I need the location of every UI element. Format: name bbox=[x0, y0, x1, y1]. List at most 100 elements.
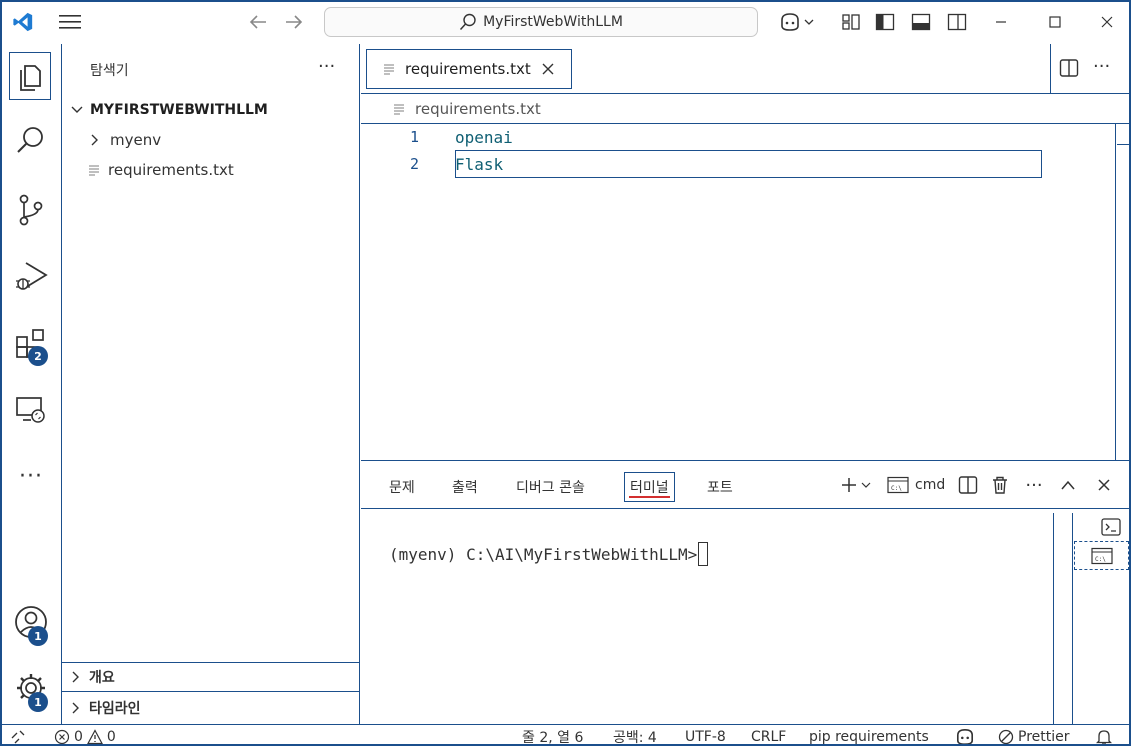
tab-bar-divider bbox=[1050, 44, 1051, 94]
new-terminal-icon[interactable] bbox=[837, 473, 873, 497]
terminal-output[interactable]: (myenv) C:\AI\MyFirstWebWithLLM> bbox=[389, 542, 709, 566]
chevron-down-icon bbox=[861, 482, 870, 488]
run-debug-icon[interactable] bbox=[11, 256, 51, 296]
tab-problems[interactable]: 문제 bbox=[389, 473, 415, 501]
notifications-bell-icon[interactable] bbox=[1096, 727, 1112, 744]
forward-arrow-icon[interactable] bbox=[283, 11, 305, 33]
search-text: MyFirstWebWithLLM bbox=[483, 14, 623, 30]
tree-item-myenv[interactable]: myenv bbox=[62, 126, 359, 154]
tab-terminal[interactable]: 터미널 bbox=[624, 472, 675, 502]
timeline-label: 타임라인 bbox=[89, 701, 141, 717]
tree-item-label: requirements.txt bbox=[108, 161, 234, 179]
editor-more-icon[interactable]: ··· bbox=[1093, 56, 1110, 77]
shell-label: cmd bbox=[915, 477, 946, 493]
terminal-scrollbar[interactable] bbox=[1053, 513, 1073, 725]
chevron-down-icon bbox=[71, 106, 83, 113]
file-lines-icon bbox=[394, 104, 404, 115]
sidebar-title: 탐색기 bbox=[90, 63, 129, 79]
active-tab-underline bbox=[629, 496, 670, 498]
indentation[interactable]: 공백: 4 bbox=[613, 727, 657, 744]
root-folder[interactable]: MYFIRSTWEBWITHLLM bbox=[62, 96, 359, 124]
cursor-position[interactable]: 줄 2, 열 6 bbox=[522, 727, 583, 744]
file-lines-icon bbox=[384, 64, 394, 75]
end-of-line[interactable]: CRLF bbox=[751, 727, 786, 744]
chevron-right-icon bbox=[72, 702, 79, 714]
chevron-right-icon bbox=[72, 671, 79, 683]
close-panel-icon[interactable] bbox=[1093, 473, 1115, 497]
toggle-primary-sidebar-icon[interactable] bbox=[874, 11, 896, 33]
encoding[interactable]: UTF-8 bbox=[685, 727, 726, 744]
terminal-list-item-cmd[interactable]: C:\ bbox=[1074, 541, 1129, 570]
close-tab-icon[interactable] bbox=[541, 62, 555, 76]
breadcrumb[interactable]: requirements.txt bbox=[361, 96, 1129, 122]
vscode-window: MyFirstWebWithLLM 2 ··· 1 1 탐색기 ··· MYFI… bbox=[0, 0, 1131, 746]
sidebar-more-icon[interactable]: ··· bbox=[318, 56, 335, 77]
tab-debug-console[interactable]: 디버그 콘솔 bbox=[516, 473, 585, 501]
terminal-list-item-shell[interactable] bbox=[1093, 513, 1129, 541]
line-text: Flask bbox=[455, 154, 504, 174]
outline-section[interactable]: 개요 bbox=[62, 662, 359, 692]
editor-area: requirements.txt ··· requirements.txt 1 … bbox=[361, 44, 1129, 460]
customize-layout-icon[interactable] bbox=[840, 11, 862, 33]
line-number: 2 bbox=[409, 155, 419, 173]
code-line[interactable]: 2 Flask bbox=[361, 151, 1129, 177]
root-folder-label: MYFIRSTWEBWITHLLM bbox=[90, 102, 268, 118]
status-bar: 0 0 줄 2, 열 6 공백: 4 UTF-8 CRLF pip requir… bbox=[2, 724, 1129, 745]
toggle-secondary-sidebar-icon[interactable] bbox=[946, 11, 968, 33]
copilot-status-icon[interactable] bbox=[954, 727, 976, 744]
split-terminal-icon[interactable] bbox=[957, 473, 979, 497]
editor-scrollbar[interactable] bbox=[1115, 124, 1116, 460]
minimap-slider[interactable] bbox=[1117, 144, 1129, 145]
panel-more-icon[interactable]: ··· bbox=[1023, 473, 1045, 497]
chevron-down-icon bbox=[804, 19, 814, 25]
tab-label: requirements.txt bbox=[405, 60, 531, 78]
tree-item-label: myenv bbox=[110, 131, 162, 149]
accounts-badge: 1 bbox=[28, 626, 48, 646]
maximize-icon[interactable] bbox=[1044, 11, 1066, 33]
tree-item-requirements[interactable]: requirements.txt bbox=[62, 156, 359, 184]
remote-explorer-icon[interactable] bbox=[11, 390, 51, 430]
outline-label: 개요 bbox=[89, 670, 115, 686]
toggle-panel-icon[interactable] bbox=[910, 11, 932, 33]
menu-icon[interactable] bbox=[59, 11, 81, 33]
terminal-shell-selector[interactable]: C:\ cmd bbox=[887, 473, 945, 497]
close-window-icon[interactable] bbox=[1096, 11, 1118, 33]
code-line[interactable]: 1 openai bbox=[361, 124, 1129, 150]
activity-bar: 2 ··· 1 1 bbox=[2, 44, 62, 724]
back-arrow-icon[interactable] bbox=[247, 11, 269, 33]
problems-indicator[interactable]: 0 0 bbox=[54, 727, 116, 745]
tab-requirements[interactable]: requirements.txt bbox=[366, 49, 572, 89]
language-mode[interactable]: pip requirements bbox=[809, 727, 929, 744]
svg-text:C:\: C:\ bbox=[891, 485, 902, 492]
breadcrumb-file: requirements.txt bbox=[415, 100, 541, 118]
command-center-search[interactable]: MyFirstWebWithLLM bbox=[324, 7, 758, 37]
accounts-icon[interactable]: 1 bbox=[11, 602, 51, 646]
bottom-panel: 문제 출력 디버그 콘솔 터미널 포트 C:\ cmd ··· (myenv) … bbox=[361, 460, 1129, 725]
title-bar: MyFirstWebWithLLM bbox=[2, 2, 1129, 44]
search-icon[interactable] bbox=[11, 120, 51, 160]
explorer-sidebar: 탐색기 ··· MYFIRSTWEBWITHLLM myenv requirem… bbox=[62, 44, 360, 724]
more-views-icon[interactable]: ··· bbox=[11, 456, 51, 496]
manage-gear-icon[interactable]: 1 bbox=[11, 668, 51, 712]
split-editor-icon[interactable] bbox=[1059, 58, 1079, 82]
maximize-panel-icon[interactable] bbox=[1057, 473, 1079, 497]
prohibited-icon bbox=[998, 729, 1014, 744]
source-control-icon[interactable] bbox=[11, 190, 51, 230]
terminal-cursor bbox=[698, 542, 709, 566]
error-count: 0 bbox=[74, 729, 83, 745]
kill-terminal-icon[interactable] bbox=[989, 473, 1011, 497]
remote-indicator-icon[interactable] bbox=[10, 727, 26, 744]
tab-ports[interactable]: 포트 bbox=[707, 473, 733, 501]
prettier-status[interactable]: Prettier bbox=[998, 727, 1070, 744]
tab-output[interactable]: 출력 bbox=[452, 473, 478, 501]
minimize-icon[interactable] bbox=[990, 11, 1012, 33]
cmd-terminal-icon: C:\ bbox=[887, 476, 909, 494]
error-icon bbox=[54, 729, 70, 744]
copilot-icon[interactable] bbox=[776, 11, 816, 33]
explorer-icon[interactable] bbox=[9, 52, 51, 100]
timeline-section[interactable]: 타임라인 bbox=[62, 693, 359, 723]
tab-terminal-label: 터미널 bbox=[630, 480, 669, 496]
extensions-icon[interactable]: 2 bbox=[11, 324, 51, 366]
manage-badge: 1 bbox=[28, 692, 48, 712]
warning-icon bbox=[86, 729, 103, 744]
